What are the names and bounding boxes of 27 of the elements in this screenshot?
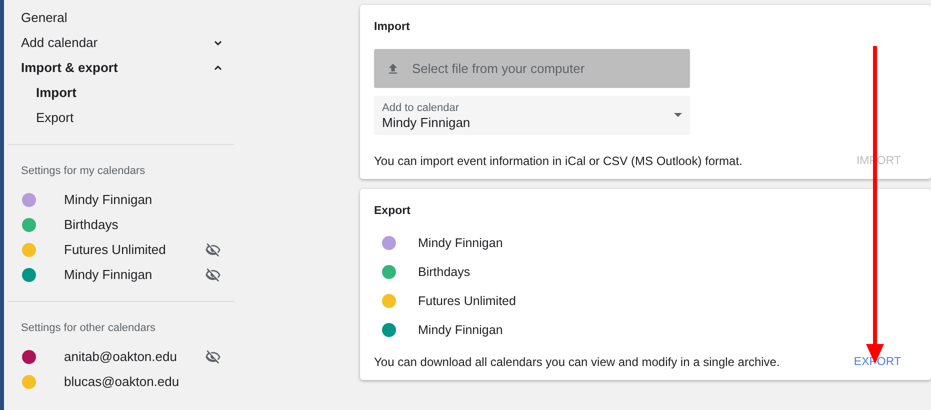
calendar-name[interactable]: Mindy Finnigan [64, 267, 205, 282]
export-description: You can download all calendars you can view and modify in a single archive. [374, 355, 780, 369]
calendar-name: Mindy Finnigan [418, 236, 503, 250]
card-title: Export [374, 205, 410, 217]
calendar-name[interactable]: Futures Unlimited [64, 242, 205, 257]
visibility-off-icon[interactable] [205, 348, 221, 364]
visibility-off-icon[interactable] [205, 266, 221, 282]
calendar-name: Futures Unlimited [418, 294, 516, 308]
section-heading: Settings for my calendars [21, 165, 146, 177]
sidebar-item[interactable]: General [21, 10, 68, 25]
dropdown-caret-icon [674, 113, 682, 117]
sidebar-item[interactable]: Add calendar [21, 35, 98, 50]
calendar-name[interactable]: Birthdays [64, 217, 221, 232]
section-heading: Settings for other calendars [21, 322, 156, 334]
calendar-name: Mindy Finnigan [418, 322, 503, 336]
visibility-off-icon[interactable] [205, 242, 221, 258]
calendar-name[interactable]: blucas@oakton.edu [64, 374, 221, 389]
sidebar-subitem[interactable]: Export [36, 110, 74, 125]
calendar-name: Birthdays [418, 264, 470, 278]
calendar-name[interactable]: anitab@oakton.edu [64, 349, 205, 364]
upload-icon [386, 62, 400, 76]
calendar-dropdown[interactable]: Add to calendar Mindy Finnigan [374, 96, 690, 135]
import-description: You can import event information in iCal or CSV (MS Outlook) format. [374, 154, 742, 168]
card-title: Import [374, 21, 410, 33]
sidebar-item[interactable]: Import & export [21, 60, 118, 75]
calendar-name[interactable]: Mindy Finnigan [64, 192, 221, 207]
sidebar-subitem[interactable]: Import [36, 85, 76, 100]
